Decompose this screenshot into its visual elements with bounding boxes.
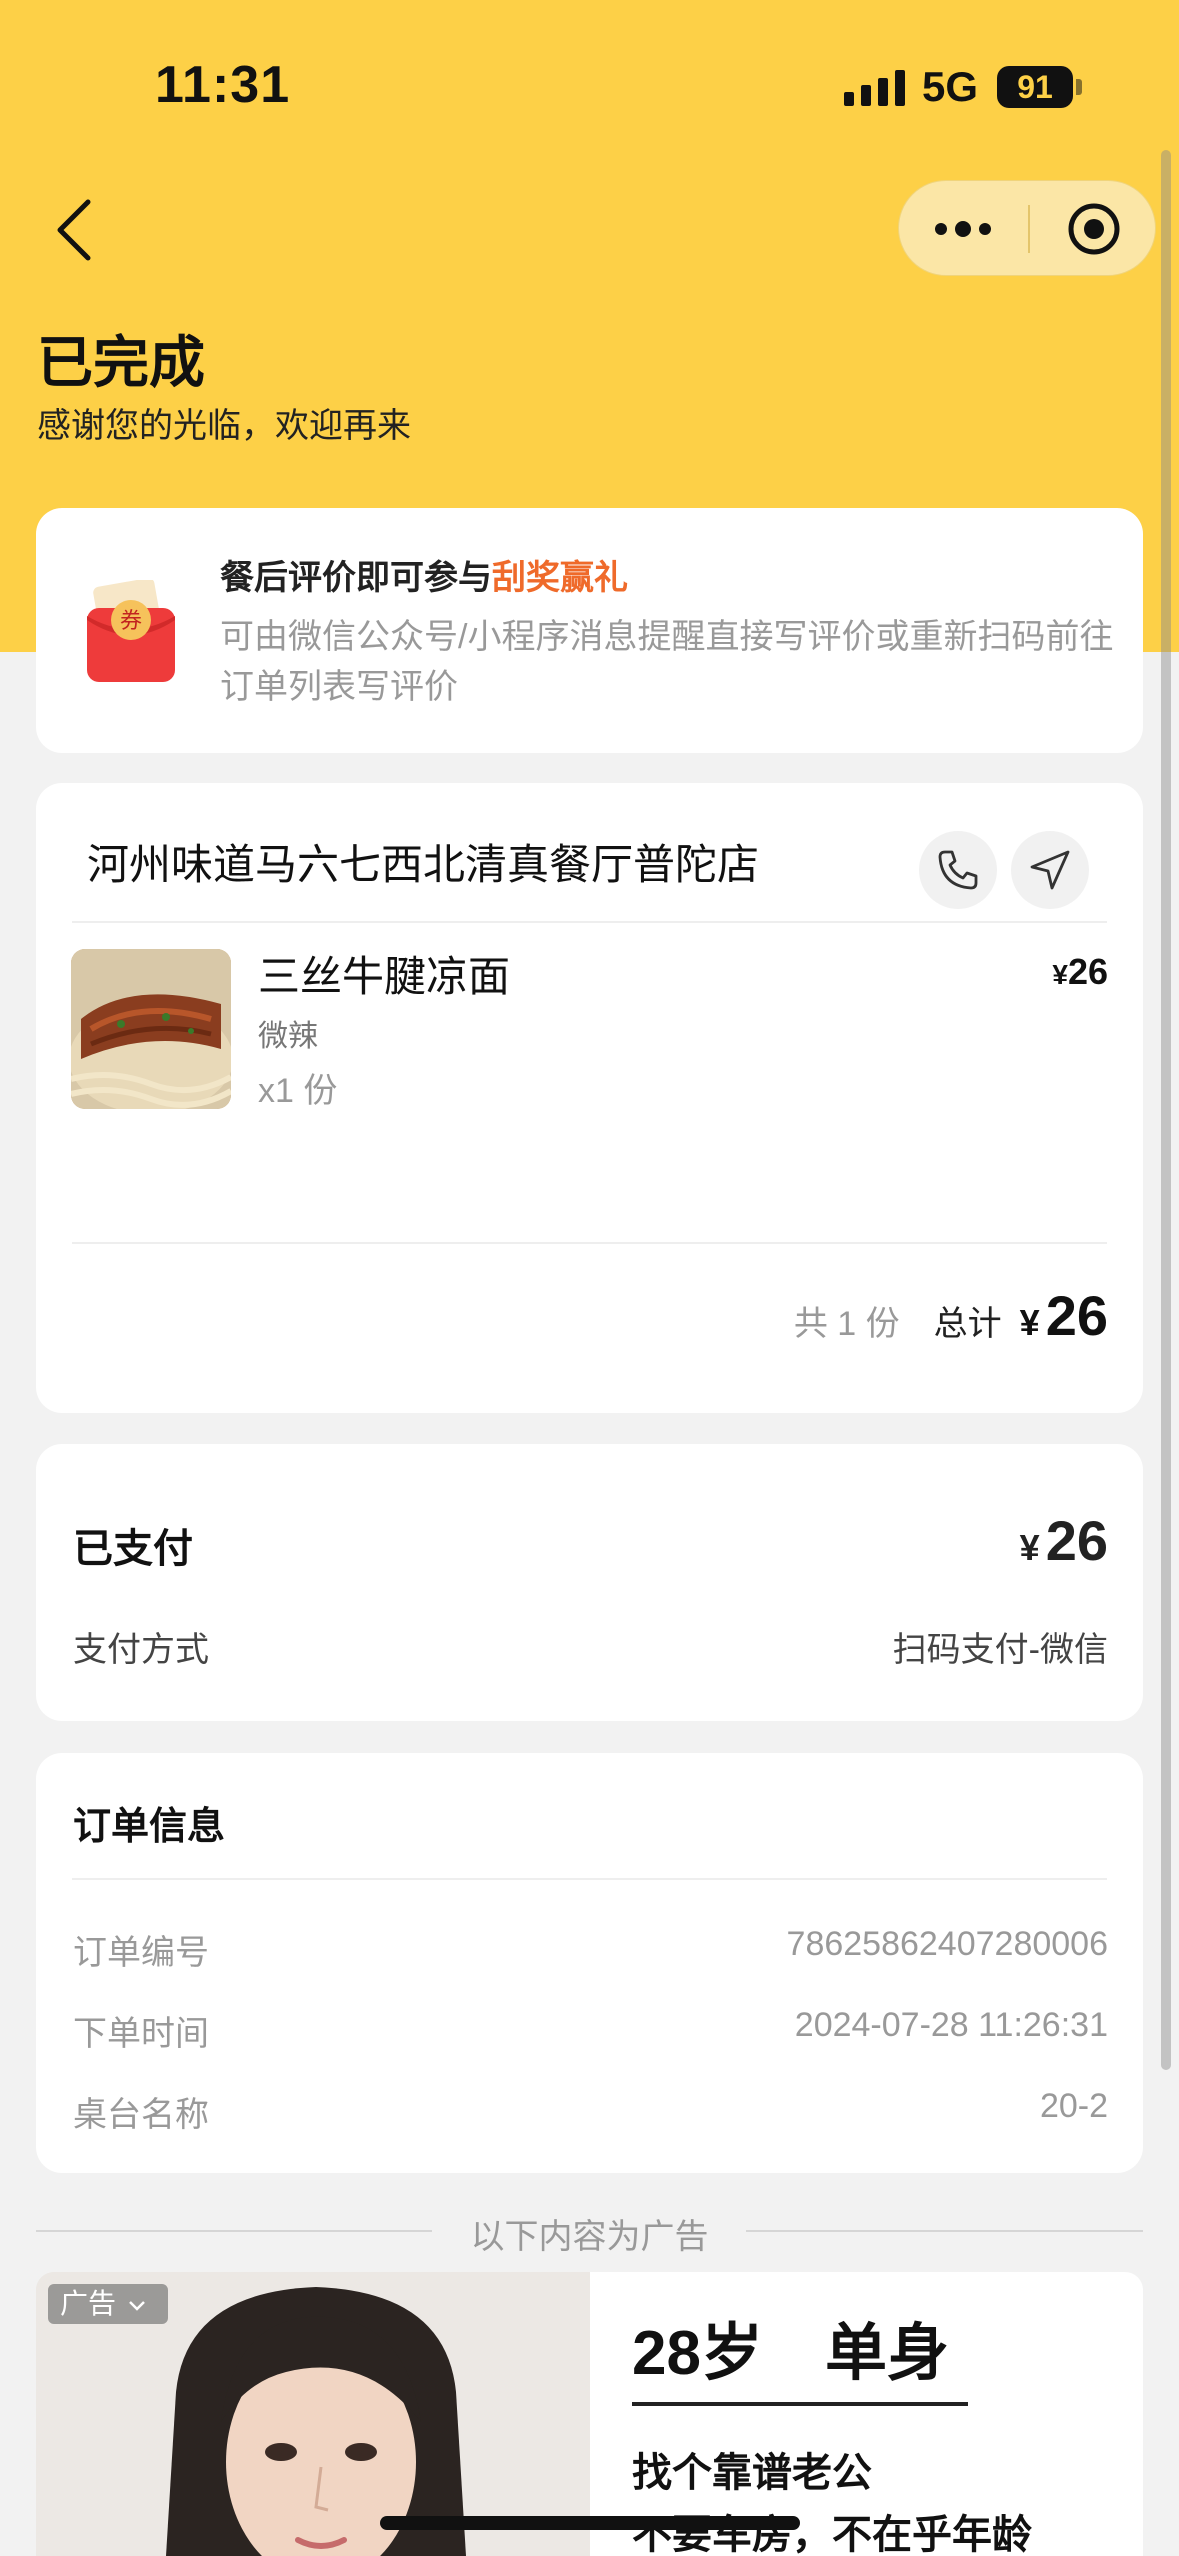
order-card: 河州味道马六七西北清真餐厅普陀店 三丝牛腱凉面 微辣 x1 份 ¥26 共 1 … (36, 783, 1143, 1413)
battery-tip (1076, 79, 1082, 95)
more-dots-icon (935, 221, 991, 237)
red-envelope-coupon-icon: 券 (87, 580, 175, 682)
ad-badge[interactable]: 广告 (48, 2284, 168, 2324)
total-amount: 26 (1045, 1284, 1108, 1347)
status-bar: 11:31 5G 91 (0, 0, 1179, 160)
order-info-title: 订单信息 (73, 1806, 226, 1848)
target-icon (1068, 203, 1119, 255)
page-subtitle: 感谢您的光临，欢迎再来 (37, 407, 411, 445)
ad-divider-text: 以下内容为广告 (470, 2218, 709, 2256)
shop-name[interactable]: 河州味道马六七西北清真餐厅普陀店 (87, 831, 759, 892)
shop-divider (72, 921, 1107, 923)
order-info-card: 订单信息 订单编号 78625862407280006 下单时间 2024-07… (36, 1753, 1143, 2173)
paid-amount: ¥26 (1019, 1509, 1108, 1572)
payment-method-label: 支付方式 (73, 1631, 209, 1669)
items-divider (72, 1242, 1107, 1244)
review-promo-highlight: 刮奖赢礼 (492, 559, 628, 597)
home-indicator[interactable] (380, 2516, 800, 2530)
ad-rule (632, 2402, 968, 2406)
scrollbar[interactable] (1161, 150, 1171, 2070)
ad-photo: 广告 (36, 2272, 590, 2556)
review-promo-title: 餐后评价即可参与刮奖赢礼 (220, 559, 628, 597)
ad-divider: 以下内容为广告 (36, 2205, 1143, 2256)
order-info-divider (72, 1878, 1107, 1880)
table-name-value: 20-2 (1039, 2087, 1108, 2125)
navigate-shop-button[interactable] (1011, 831, 1089, 909)
item-count: 共 1 份 (793, 1305, 900, 1343)
dish-price: ¥26 (1052, 951, 1108, 992)
total-label: 总计 (933, 1305, 1002, 1343)
dish-spec: 微辣 (258, 1020, 318, 1053)
review-promo-card[interactable]: 券 餐后评价即可参与刮奖赢礼 可由微信公众号/小程序消息提醒直接写评价或重新扫码… (36, 508, 1143, 753)
network-type: 5G (922, 63, 979, 110)
page-title: 已完成 (37, 331, 205, 394)
chevron-left-icon (57, 199, 91, 261)
signal-icon (844, 70, 905, 106)
total-currency: ¥ (1019, 1302, 1040, 1343)
coupon-char: 券 (120, 609, 142, 634)
call-shop-button[interactable] (919, 831, 997, 909)
battery-icon: 91 (997, 66, 1073, 108)
ad-text-line-1: 找个靠谱老公 (632, 2451, 872, 2495)
chevron-down-icon (128, 2300, 145, 2311)
paid-label: 已支付 (73, 1527, 193, 1571)
navigation-arrow-icon (1030, 850, 1070, 890)
order-number-value[interactable]: 78625862407280006 (787, 1925, 1108, 1964)
back-button[interactable] (44, 190, 104, 270)
dish-image (71, 949, 231, 1109)
miniprogram-capsule (898, 180, 1156, 276)
order-time-value: 2024-07-28 11:26:31 (794, 2006, 1108, 2044)
payment-method-value: 扫码支付-微信 (892, 1631, 1108, 1669)
order-time-label: 下单时间 (73, 2015, 209, 2053)
review-promo-description: 可由微信公众号/小程序消息提醒直接写评价或重新扫码前往订单列表写评价 (220, 618, 1114, 706)
order-totals: 共 1 份 总计 ¥ 26 (794, 1283, 1108, 1348)
order-number-label: 订单编号 (73, 1934, 209, 1972)
payment-card: 已支付 ¥26 支付方式 扫码支付-微信 (36, 1444, 1143, 1721)
status-time: 11:31 (155, 56, 291, 114)
table-name-label: 桌台名称 (73, 2096, 209, 2134)
ad-banner[interactable]: 广告 28岁 单身 找个靠谱老公 不要车房，不在乎年龄 (36, 2272, 1143, 2556)
close-miniprogram-button[interactable] (1030, 181, 1157, 277)
more-button[interactable] (899, 181, 1027, 277)
ad-headline: 28岁 单身 (632, 2319, 949, 2388)
dish-quantity: x1 份 (258, 1072, 338, 1110)
phone-icon (938, 850, 978, 890)
dish-photo-icon (71, 949, 231, 1109)
dish-name: 三丝牛腱凉面 (258, 953, 511, 1000)
